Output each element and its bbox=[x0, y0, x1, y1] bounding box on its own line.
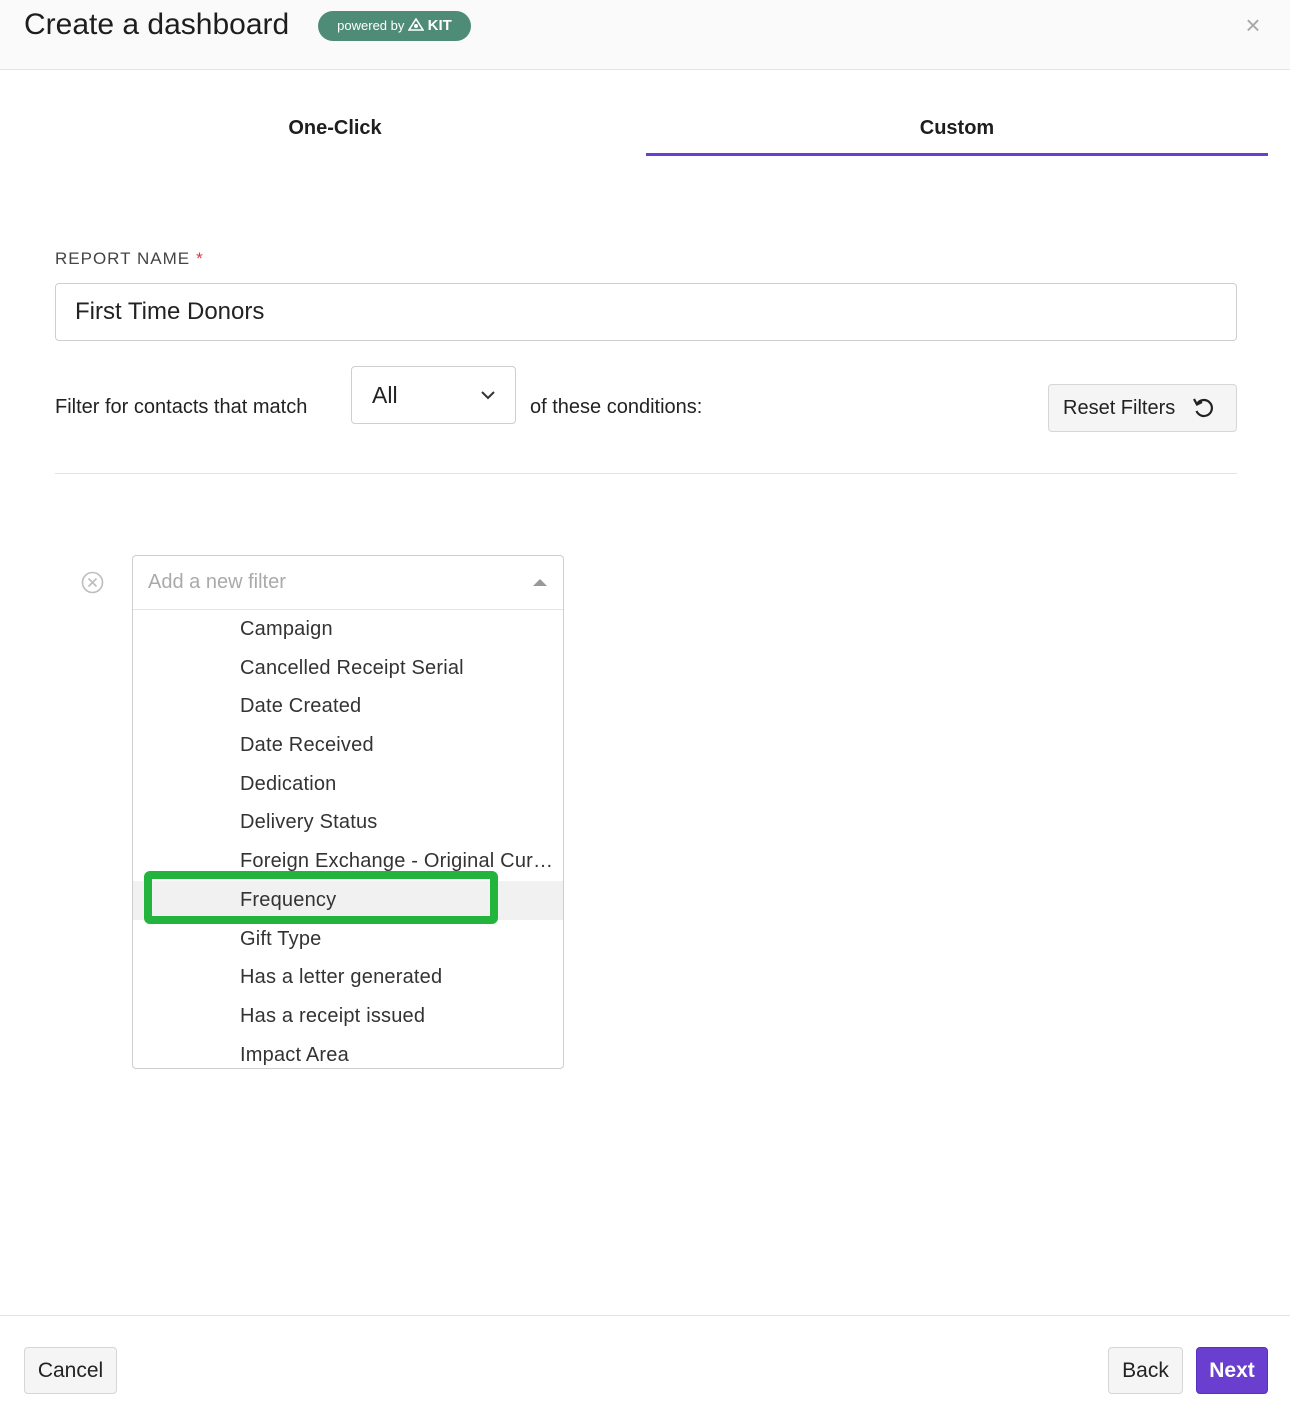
powered-by-badge: powered by KIT bbox=[318, 11, 471, 41]
caret-up-icon[interactable] bbox=[533, 579, 547, 586]
modal-header: Create a dashboard powered by KIT × bbox=[0, 0, 1290, 70]
match-select-value: All bbox=[372, 382, 398, 408]
cancel-button[interactable]: Cancel bbox=[24, 1347, 117, 1394]
add-filter-input[interactable]: Add a new filter bbox=[133, 556, 563, 610]
badge-brand: KIT bbox=[427, 17, 452, 34]
filter-option[interactable]: Has a receipt issued bbox=[133, 997, 563, 1036]
filter-option[interactable]: Gift Type bbox=[133, 920, 563, 959]
filter-match-prefix: Filter for contacts that match bbox=[55, 396, 308, 418]
filter-match-suffix: of these conditions: bbox=[530, 396, 703, 418]
filter-option[interactable]: Dedication bbox=[133, 765, 563, 804]
kit-logo-icon bbox=[407, 17, 428, 33]
section-divider bbox=[55, 473, 1237, 474]
reset-filters-button[interactable]: Reset Filters bbox=[1048, 384, 1237, 432]
badge-prefix: powered by bbox=[337, 18, 405, 33]
filter-option[interactable]: Foreign Exchange - Original Currency bbox=[133, 842, 563, 881]
close-icon[interactable]: × bbox=[1238, 10, 1268, 40]
report-name-label: REPORT NAME * bbox=[55, 249, 204, 269]
remove-filter-icon[interactable] bbox=[81, 571, 104, 599]
next-button[interactable]: Next bbox=[1196, 1347, 1268, 1394]
add-filter-placeholder: Add a new filter bbox=[148, 571, 286, 593]
filter-option[interactable]: Date Created bbox=[133, 687, 563, 726]
undo-icon bbox=[1191, 396, 1215, 426]
report-name-label-text: REPORT NAME bbox=[55, 249, 191, 268]
filter-option[interactable]: Date Received bbox=[133, 726, 563, 765]
required-marker: * bbox=[196, 249, 204, 268]
filter-option-frequency[interactable]: Frequency bbox=[133, 880, 563, 920]
match-select[interactable]: All bbox=[351, 366, 516, 424]
filter-option[interactable]: Cancelled Receipt Serial bbox=[133, 649, 563, 688]
active-tab-indicator bbox=[646, 153, 1268, 156]
footer-divider bbox=[0, 1315, 1290, 1316]
filter-option[interactable]: Campaign bbox=[133, 610, 563, 649]
back-button[interactable]: Back bbox=[1108, 1347, 1183, 1394]
report-name-input[interactable] bbox=[55, 283, 1237, 341]
filter-option[interactable]: Has a letter generated bbox=[133, 958, 563, 997]
filter-option[interactable]: Impact Area bbox=[133, 1036, 563, 1068]
modal-title: Create a dashboard bbox=[24, 8, 290, 41]
filter-dropdown: Add a new filter Campaign Cancelled Rece… bbox=[132, 555, 564, 1069]
tab-custom[interactable]: Custom bbox=[646, 100, 1268, 156]
chevron-down-icon bbox=[480, 387, 496, 408]
filter-option[interactable]: Delivery Status bbox=[133, 803, 563, 842]
tab-one-click[interactable]: One-Click bbox=[24, 100, 646, 156]
filter-options-list: Campaign Cancelled Receipt Serial Date C… bbox=[133, 610, 563, 1068]
reset-filters-label: Reset Filters bbox=[1063, 397, 1176, 419]
